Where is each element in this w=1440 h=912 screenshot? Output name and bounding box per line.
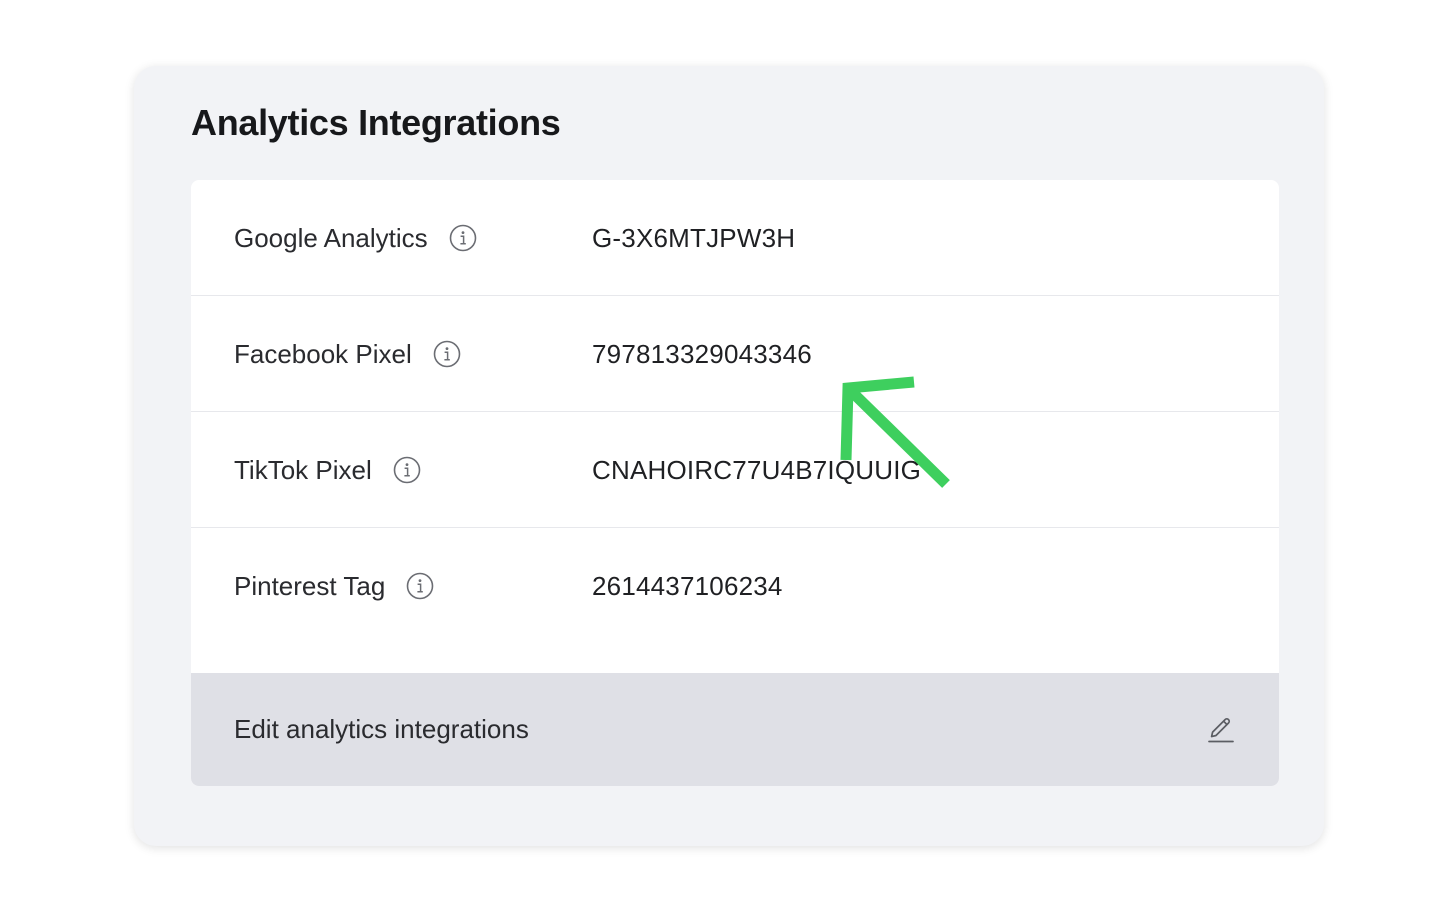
info-icon[interactable] — [433, 340, 461, 368]
integration-label: Google Analytics — [234, 222, 428, 253]
integration-row-facebook-pixel: Facebook Pixel 797813329043346 — [191, 296, 1279, 412]
info-icon[interactable] — [449, 224, 477, 252]
integration-value: G-3X6MTJPW3H — [592, 222, 796, 253]
info-icon[interactable] — [393, 456, 421, 484]
integration-row-google-analytics: Google Analytics G-3X6MTJPW3H — [191, 180, 1279, 296]
edit-label: Edit analytics integrations — [234, 714, 529, 744]
edit-analytics-integrations-button[interactable]: Edit analytics integrations — [191, 673, 1279, 786]
integration-value: 2614437106234 — [592, 570, 783, 601]
pencil-icon — [1208, 718, 1234, 743]
integration-value: 797813329043346 — [592, 338, 812, 369]
integrations-card: Google Analytics G-3X6MTJPW3H Facebook P… — [191, 180, 1279, 786]
integration-row-pinterest-tag: Pinterest Tag 2614437106234 — [191, 528, 1279, 673]
integration-row-tiktok-pixel: TikTok Pixel CNAHOIRC77U4B7IQUUIG — [191, 412, 1279, 528]
info-icon[interactable] — [406, 572, 434, 600]
integration-value: CNAHOIRC77U4B7IQUUIG — [592, 454, 922, 485]
integration-label: Pinterest Tag — [234, 570, 386, 601]
analytics-integrations-panel: Analytics Integrations Google Analytics … — [134, 66, 1324, 846]
panel-title: Analytics Integrations — [191, 102, 561, 143]
integration-label: Facebook Pixel — [234, 338, 412, 369]
integration-label: TikTok Pixel — [234, 454, 372, 485]
